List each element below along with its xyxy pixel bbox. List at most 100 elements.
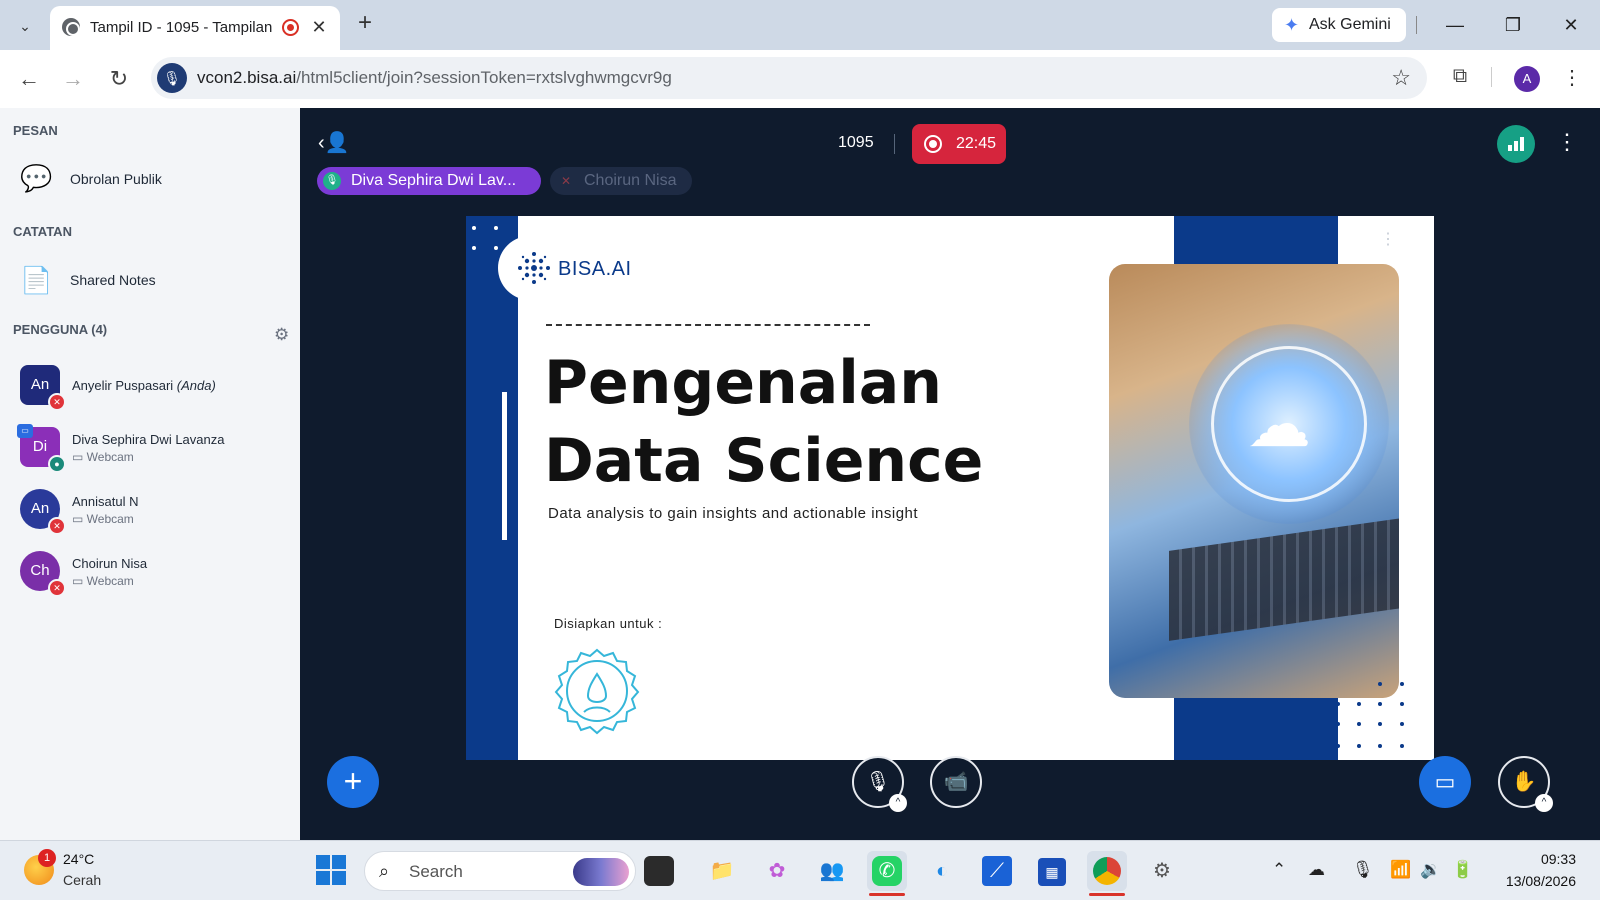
forward-button[interactable]: → — [60, 66, 86, 92]
search-icon: ⌕ — [379, 861, 390, 881]
recording-time: 22:45 — [956, 135, 997, 152]
battery-charging-icon[interactable]: 🔋 — [1452, 859, 1473, 881]
webcam-label: Webcam — [86, 512, 134, 526]
windows-taskbar: 1 24°C Cerah ⌕ Search 📁 ✿ 👥 ✆ ◐ ⟋ ▦ ⚙ ⌃ … — [0, 840, 1600, 900]
chrome-icon[interactable] — [1087, 851, 1127, 891]
settings-gear-icon[interactable]: ⚙ — [1142, 851, 1182, 891]
tab-search-chevron-icon[interactable]: ⌄ — [12, 13, 38, 39]
share-webcam-button[interactable]: 📹 — [930, 756, 982, 808]
slide-left-bar — [466, 216, 518, 760]
toggle-user-list-icon[interactable]: ‹👤 — [318, 132, 350, 154]
actions-plus-button[interactable]: + — [327, 756, 379, 808]
url-host: vcon2.bisa.ai — [197, 68, 297, 87]
slide-accent-line — [502, 392, 507, 540]
cloud-sync-icon: ☁ — [1247, 388, 1311, 460]
new-tab-button[interactable]: + — [352, 11, 378, 37]
tray-microphone-icon[interactable]: 🎙 — [1352, 859, 1374, 881]
ask-gemini-button[interactable]: ✦ Ask Gemini — [1272, 8, 1406, 42]
browser-toolbar: ← → ↻ 🎙 vcon2.bisa.ai/html5client/join?s… — [0, 50, 1600, 108]
volume-icon[interactable]: 🔉 — [1420, 859, 1441, 881]
talking-indicator[interactable]: 🎙 Diva Sephira Dwi Lav... — [317, 167, 541, 195]
teams-icon[interactable]: 👥 — [812, 851, 852, 891]
sidebar: PESAN 💬 Obrolan Publik CATATAN 📄 Shared … — [0, 108, 300, 840]
edge-icon[interactable]: ◐ — [922, 851, 962, 891]
wifi-icon[interactable]: 📶 — [1390, 859, 1411, 881]
user-name: Anyelir Puspasari (Anda) — [72, 378, 216, 393]
copilot-icon[interactable]: ✿ — [757, 851, 797, 891]
signal-bar-1 — [1508, 145, 1512, 151]
bisa-ai-logo-mark-icon — [518, 252, 550, 284]
slide-dashed-line — [546, 324, 870, 326]
reactions-caret-icon[interactable]: ^ — [1535, 794, 1553, 812]
user-webcam-status: ▭ Webcam — [72, 450, 134, 464]
mic-muted-icon: ✕ — [48, 517, 66, 535]
reload-button[interactable]: ↻ — [106, 66, 132, 92]
user-list-item[interactable]: Di ▭ ● Diva Sephira Dwi Lavanza ▭ Webcam — [0, 424, 300, 480]
tray-overflow-chevron-icon[interactable]: ⌃ — [1272, 859, 1286, 881]
talking-name-muted: Choirun Nisa — [584, 172, 677, 189]
chrome-glyph — [1093, 857, 1121, 885]
user-list-item[interactable]: Ch ✕ Choirun Nisa ▭ Webcam — [0, 548, 300, 604]
tab-close-button[interactable]: ✕ — [308, 16, 330, 38]
restore-button[interactable]: ❐ — [1500, 12, 1526, 38]
bookmark-star-icon[interactable]: ☆ — [1391, 65, 1411, 91]
maps-app-icon[interactable]: ⟋ — [977, 851, 1017, 891]
shared-notes-label: Shared Notes — [70, 272, 156, 288]
presentation-slide[interactable]: BISA.AI Pengenalan Data Science Data ana… — [466, 216, 1434, 760]
connection-status-icon[interactable] — [1497, 125, 1535, 163]
recording-indicator[interactable]: 22:45 — [912, 124, 1006, 164]
whatsapp-active-indicator — [869, 893, 905, 896]
whatsapp-icon[interactable]: ✆ — [867, 851, 907, 891]
presentation-toggle-button[interactable]: ▭ — [1419, 756, 1471, 808]
tab-title: Tampil ID - 1095 - Tampilan — [90, 19, 273, 36]
meeting-id: 1095 — [838, 134, 874, 151]
weather-condition[interactable]: Cerah — [63, 872, 101, 888]
url-path: /html5client/join?sessionToken=rxtslvghw… — [296, 68, 672, 87]
user-name: Diva Sephira Dwi Lavanza — [72, 432, 225, 447]
browser-tab[interactable]: Tampil ID - 1095 - Tampilan ✕ — [50, 6, 340, 50]
slide-options-icon[interactable]: ⋮ — [1380, 230, 1396, 250]
clock-date[interactable]: 13/08/2026 — [1496, 873, 1576, 889]
microphone-in-use-icon[interactable]: 🎙 — [157, 63, 187, 93]
search-label: Search — [409, 862, 463, 881]
notes-document-icon: 📄 — [20, 265, 53, 295]
audio-settings-caret-icon[interactable]: ^ — [889, 794, 907, 812]
profile-avatar[interactable]: A — [1514, 66, 1540, 92]
clock-time[interactable]: 09:33 — [1526, 851, 1576, 867]
talking-indicator-muted[interactable]: ✕ Choirun Nisa — [550, 167, 692, 195]
user-name: Annisatul N — [72, 494, 139, 509]
back-button[interactable]: ← — [16, 66, 42, 92]
tab-recording-icon — [282, 19, 299, 36]
address-bar[interactable]: 🎙 vcon2.bisa.ai/html5client/join?session… — [151, 57, 1427, 99]
slide-title-line1: Pengenalan — [544, 348, 942, 418]
store-icon[interactable]: ▦ — [1032, 851, 1072, 891]
user-list-item[interactable]: An ✕ Anyelir Puspasari (Anda) — [0, 362, 300, 418]
terminal-app-icon[interactable] — [644, 856, 674, 886]
weather-temperature[interactable]: 24°C — [63, 851, 94, 867]
gemini-label: Ask Gemini — [1309, 16, 1391, 33]
users-settings-gear-icon[interactable]: ⚙ — [274, 326, 292, 344]
gemini-sparkle-icon: ✦ — [1284, 15, 1300, 35]
user-webcam-status: ▭ Webcam — [72, 512, 134, 526]
file-explorer-icon[interactable]: 📁 — [702, 851, 742, 891]
start-windows-icon[interactable] — [316, 855, 346, 885]
mic-muted-icon: ✕ — [48, 393, 66, 411]
close-window-button[interactable]: ✕ — [1558, 12, 1584, 38]
store-glyph: ▦ — [1038, 858, 1066, 886]
browser-menu-icon[interactable]: ⋮ — [1560, 64, 1584, 92]
options-menu-icon[interactable]: ⋮ — [1556, 128, 1578, 156]
window-divider — [1416, 16, 1417, 34]
user-webcam-status: ▭ Webcam — [72, 574, 134, 588]
talking-name: Diva Sephira Dwi Lav... — [351, 172, 517, 189]
extensions-puzzle-icon[interactable]: ⧉ — [1448, 64, 1472, 88]
cloud-offline-icon[interactable]: ☁ — [1308, 859, 1325, 881]
mic-muted-icon: ✕ — [48, 579, 66, 597]
public-chat-label: Obrolan Publik — [70, 171, 162, 187]
notes-section-title: CATATAN — [13, 224, 72, 239]
url-text[interactable]: vcon2.bisa.ai/html5client/join?sessionTo… — [197, 68, 672, 88]
signal-bar-3 — [1520, 137, 1524, 151]
slide-title: Pengenalan Data Science — [544, 344, 983, 500]
user-list-item[interactable]: An ✕ Annisatul N ▭ Webcam — [0, 486, 300, 542]
minimize-button[interactable]: — — [1442, 12, 1468, 38]
taskbar-search-box[interactable]: ⌕ Search — [364, 851, 636, 891]
